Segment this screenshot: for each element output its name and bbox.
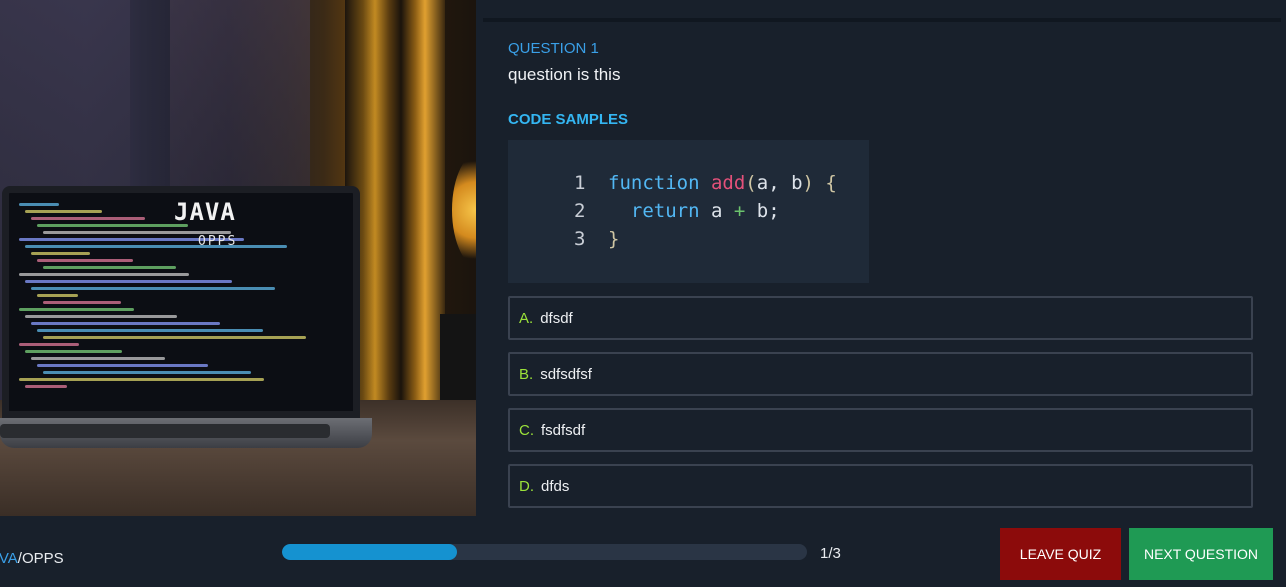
question-text: question is this (508, 65, 621, 84)
hero-code-line (25, 315, 177, 318)
hero-code-line (19, 203, 59, 206)
hero-code-line (31, 357, 165, 360)
hero-code-line (37, 259, 133, 262)
progress-bar (282, 544, 807, 560)
hero-code-line (31, 252, 90, 255)
hero-code-line (43, 336, 306, 339)
breadcrumb-category[interactable]: AVA (0, 550, 18, 567)
hero-code-line (43, 301, 121, 304)
option-c[interactable]: C. fsdfsdf (508, 408, 1253, 452)
hero-code-line (31, 322, 220, 325)
hero-code-line (37, 224, 188, 227)
option-letter: B. (519, 365, 534, 383)
quiz-footer: AVA/OPPS 1/3 LEAVE QUIZ NEXT QUESTION (0, 516, 1286, 587)
option-b[interactable]: B. sdfsdfsf (508, 352, 1253, 396)
code-line-3: 3} (574, 228, 620, 250)
option-text: fsdfsdf (541, 421, 586, 439)
code-samples-title: CODE SAMPLES (508, 111, 629, 128)
hero-image: JAVA OPPS (0, 0, 476, 516)
hero-code-lines (19, 203, 339, 392)
hero-code-line (31, 217, 145, 220)
hero-window (345, 0, 445, 400)
code-line-2: 2 return a + b; (574, 200, 780, 222)
progress-bar-fill (282, 544, 457, 560)
breadcrumb-topic: OPPS (21, 550, 64, 567)
hero-code-line (25, 350, 122, 353)
hero-code-line (25, 210, 102, 213)
hero-code-line (19, 273, 189, 276)
option-text: dfsdf (540, 309, 573, 327)
hero-code-line (19, 378, 264, 381)
next-question-button[interactable]: NEXT QUESTION (1129, 528, 1273, 580)
hero-subtitle: OPPS (198, 234, 238, 249)
option-a[interactable]: A. dfsdf (508, 296, 1253, 340)
question-number: QUESTION 1 (508, 40, 599, 57)
code-line-number: 1 (574, 172, 586, 194)
code-line-1: 1 function add(a, b) { (574, 172, 837, 194)
progress-text: 1/3 (820, 545, 841, 562)
hero-code-line (31, 287, 275, 290)
hero-code-line (19, 308, 134, 311)
hero-laptop-keyboard (0, 424, 330, 438)
option-letter: C. (519, 421, 534, 439)
leave-quiz-button[interactable]: LEAVE QUIZ (1000, 528, 1121, 580)
option-letter: A. (519, 309, 534, 327)
hero-title: JAVA (174, 198, 236, 226)
question-panel: QUESTION 1 question is this CODE SAMPLES… (483, 18, 1281, 516)
hero-code-line (25, 385, 67, 388)
hero-code-line (37, 364, 208, 367)
hero-code-line (43, 266, 176, 269)
option-letter: D. (519, 477, 534, 495)
code-line-number: 3 (574, 228, 586, 250)
hero-code-line (37, 294, 78, 297)
hero-code-line (37, 329, 263, 332)
hero-lamp (452, 150, 476, 270)
hero-code-line (19, 343, 79, 346)
option-d[interactable]: D. dfds (508, 464, 1253, 508)
code-line-number: 2 (574, 200, 586, 222)
hero-code-line (25, 245, 287, 248)
hero-code-line (25, 280, 232, 283)
code-sample-box: 1 function add(a, b) { 2 return a + b; 3} (508, 140, 869, 283)
hero-code-line (43, 371, 251, 374)
breadcrumb: AVA/OPPS (0, 550, 64, 567)
option-text: sdfsdfsf (540, 365, 592, 383)
option-text: dfds (541, 477, 570, 495)
